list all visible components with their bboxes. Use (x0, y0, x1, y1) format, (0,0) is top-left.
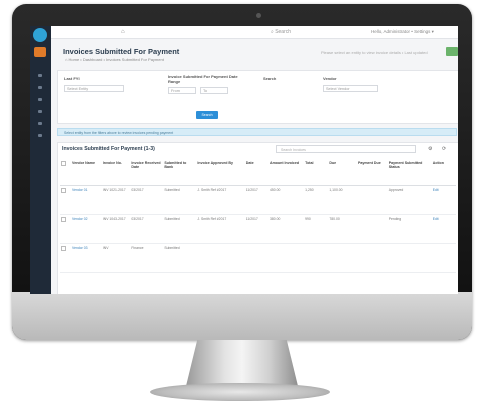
table-cell (328, 243, 357, 273)
table-header-row: Vendor Name Invoice No. Invoice Received… (60, 159, 456, 186)
table-cell: J. Smith Ref #2017 (196, 185, 245, 215)
refresh-icon[interactable]: ⟳ (442, 146, 446, 152)
column-header[interactable]: Payment Submitted Status (387, 159, 432, 186)
table-cell: 780.00 (328, 214, 357, 244)
table-cell: INV 1021-2017 (101, 185, 131, 215)
table-cell (387, 243, 432, 273)
column-header[interactable]: Payment Due (356, 159, 388, 186)
row-checkbox[interactable] (61, 188, 66, 193)
column-header[interactable]: Submitted to Bank (163, 159, 197, 186)
row-checkbox-cell[interactable] (60, 214, 71, 244)
table-cell: Pending (387, 214, 432, 244)
notification-icon[interactable] (34, 47, 46, 57)
table-cell[interactable]: Vendor 01 (71, 185, 102, 215)
monitor-base (150, 383, 330, 401)
row-checkbox-cell[interactable] (60, 185, 71, 215)
row-checkbox[interactable] (61, 246, 66, 251)
table-cell: 03/2017 (130, 214, 164, 244)
column-header[interactable] (60, 159, 71, 186)
column-header[interactable]: Amount Invoiced (268, 159, 305, 186)
search-button[interactable]: Search (196, 111, 218, 119)
table-cell: 380.00 (268, 214, 305, 244)
app-logo[interactable] (33, 28, 47, 42)
select-all-checkbox[interactable] (61, 161, 66, 166)
date-from-input[interactable]: From (168, 87, 196, 94)
sidebar-nav-icon[interactable] (38, 86, 42, 89)
invoice-table-panel: Invoices Submitted For Payment (1-3) Sea… (57, 142, 458, 294)
column-header[interactable]: Invoice Received Date (130, 159, 164, 186)
screen: ⌂ ⌕ Search Hello, Administrator • Settin… (30, 26, 458, 294)
table-row[interactable]: Vendor 02 INV 1043-2017 03/2017 Submitte… (60, 214, 456, 244)
filter-label-vendor: Vendor (323, 76, 337, 81)
table-cell: Approved (387, 185, 432, 215)
column-header[interactable]: Vendor Name (71, 159, 102, 186)
row-action-link[interactable]: Edit (431, 214, 456, 244)
table-cell: 11/2017 (244, 214, 269, 244)
filter-panel: Last FYI Select Entity Invoice Submitted… (57, 70, 458, 124)
table-cell (268, 243, 305, 273)
filter-label-date-range: Invoice Submitted For Payment Date Range (168, 74, 238, 84)
table-row[interactable]: Vendor 01 INV 1021-2017 03/2017 Submitte… (60, 185, 456, 215)
table-cell (304, 243, 329, 273)
table-cell: 1,100.00 (328, 185, 357, 215)
monitor-chin (12, 292, 472, 340)
vendor-select[interactable]: Select Vendor (323, 85, 378, 92)
home-icon[interactable]: ⌂ (121, 29, 125, 35)
sidebar-nav-icon[interactable] (38, 134, 42, 137)
sidebar-nav-icon[interactable] (38, 74, 42, 77)
topbar-search[interactable]: ⌕ Search (271, 29, 291, 35)
table-cell: 990 (304, 214, 329, 244)
table-cell (356, 214, 388, 244)
sidebar-nav-icon[interactable] (38, 110, 42, 113)
column-header[interactable]: Invoice No. (101, 159, 131, 186)
column-header[interactable]: Date (244, 159, 269, 186)
filter-label-search: Search (263, 76, 277, 81)
breadcrumb[interactable]: ⌂ Home • Dashboard • Invoices Submitted … (65, 57, 164, 62)
table-cell: 11/2017 (244, 185, 269, 215)
column-header[interactable]: Due (328, 159, 357, 186)
table-cell: 03/2017 (130, 185, 164, 215)
monitor-stand (186, 340, 298, 386)
filter-label-entity: Last FYI (64, 76, 80, 81)
table-cell (356, 243, 388, 273)
webcam (256, 13, 261, 18)
table-cell (356, 185, 388, 215)
user-menu[interactable]: Hello, Administrator • Settings ▾ (371, 29, 434, 35)
export-button[interactable] (446, 47, 458, 56)
invoice-table: Vendor Name Invoice No. Invoice Received… (60, 159, 456, 273)
table-cell (244, 243, 269, 273)
table-cell[interactable]: Vendor 02 (71, 214, 102, 244)
sidebar (30, 26, 51, 294)
main-content: Invoices Submitted For Payment ⌂ Home • … (51, 38, 458, 294)
table-row[interactable]: Vendor 03 INV Finance Submitted (60, 243, 456, 273)
table-cell: Finance (130, 243, 164, 273)
info-banner: Select entity from the filters above to … (57, 128, 457, 136)
table-cell: INV (101, 243, 131, 273)
table-cell: Submitted (163, 243, 197, 273)
table-cell: INV 1043-2017 (101, 214, 131, 244)
table-cell: Submitted (163, 185, 197, 215)
column-header[interactable]: Action (431, 159, 456, 186)
sidebar-nav-icon[interactable] (38, 122, 42, 125)
page-title: Invoices Submitted For Payment (63, 47, 180, 56)
row-action-link[interactable] (431, 243, 456, 273)
row-checkbox[interactable] (61, 217, 66, 222)
settings-icon[interactable]: ⚙ (428, 146, 432, 152)
column-header[interactable]: Total (304, 159, 329, 186)
column-header[interactable]: Invoice Approved By (196, 159, 245, 186)
table-cell: Submitted (163, 214, 197, 244)
entity-select[interactable]: Select Entity (64, 85, 124, 92)
table-title: Invoices Submitted For Payment (1-3) (62, 146, 155, 152)
table-cell: 450.00 (268, 185, 305, 215)
date-to-input[interactable]: To (200, 87, 228, 94)
table-cell: 1,250 (304, 185, 329, 215)
row-checkbox-cell[interactable] (60, 243, 71, 273)
sidebar-nav-icon[interactable] (38, 98, 42, 101)
table-cell: J. Smith Ref #2017 (196, 214, 245, 244)
row-action-link[interactable]: Edit (431, 185, 456, 215)
header-info: Please select an entity to view invoice … (321, 50, 428, 55)
table-cell[interactable]: Vendor 03 (71, 243, 102, 273)
table-cell (196, 243, 245, 273)
table-search-input[interactable]: Search Invoices (276, 145, 416, 153)
